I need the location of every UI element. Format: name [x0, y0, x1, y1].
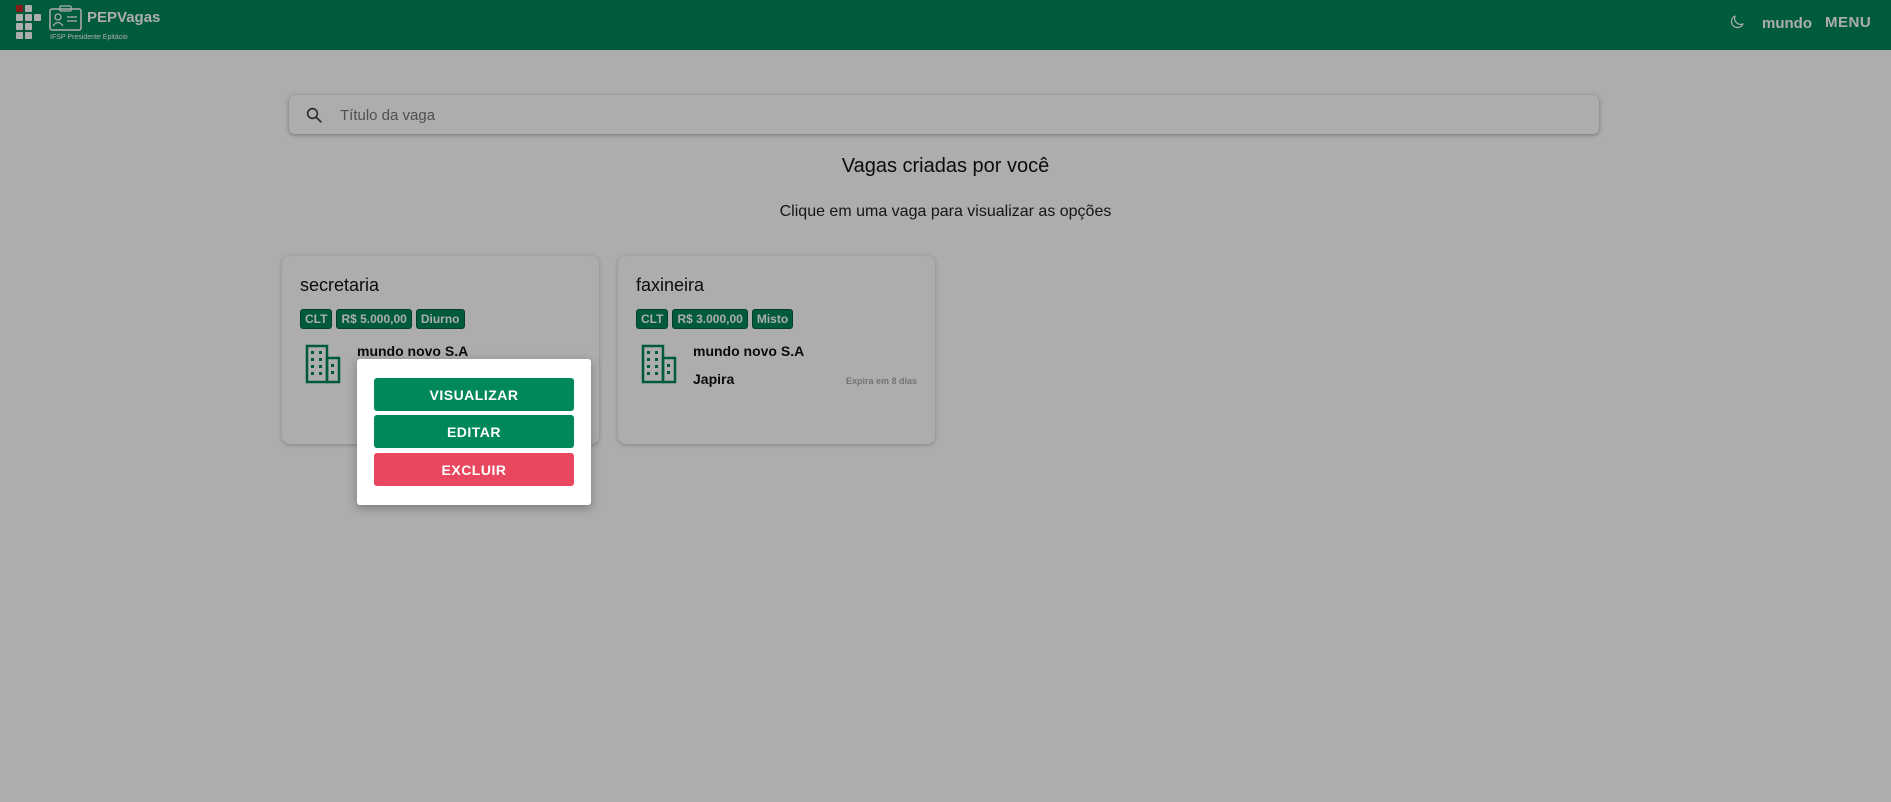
page: PEPVagas IFSP Presidente Epitácio mundo … [0, 0, 1891, 802]
edit-button[interactable]: EDITAR [374, 415, 574, 448]
modal-backdrop[interactable] [0, 0, 1891, 802]
delete-button[interactable]: EXCLUIR [374, 453, 574, 486]
job-actions-popover: VISUALIZAR EDITAR EXCLUIR [357, 359, 591, 505]
view-button[interactable]: VISUALIZAR [374, 378, 574, 411]
